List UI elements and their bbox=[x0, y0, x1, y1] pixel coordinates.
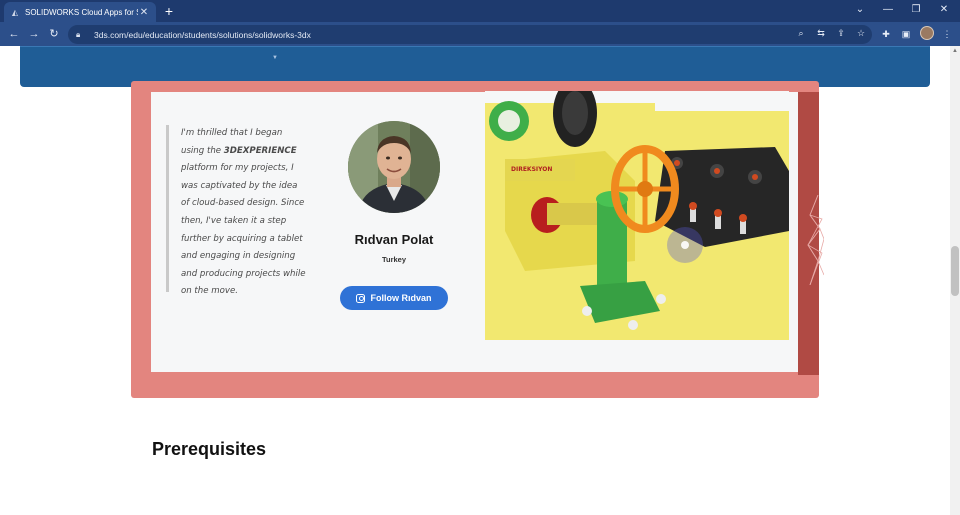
browser-toolbar: ← → ↻ 🔒︎ 3ds.com/edu/education/students/… bbox=[0, 22, 960, 46]
chevron-down-icon: ▼ bbox=[272, 55, 278, 61]
bookmark-star-icon[interactable]: ☆ bbox=[854, 26, 868, 40]
decorative-mesh-graphic bbox=[804, 194, 825, 286]
tab-title: SOLIDWORKS Cloud Apps for St bbox=[25, 7, 138, 17]
forward-icon[interactable]: → bbox=[26, 26, 42, 42]
search-icon[interactable]: ⌕ bbox=[794, 26, 808, 40]
reload-icon[interactable]: ↻ bbox=[46, 26, 62, 42]
back-icon[interactable]: ← bbox=[6, 26, 22, 42]
solidworks-favicon-icon: ◭ bbox=[11, 7, 19, 17]
extensions-icon[interactable]: ✚ bbox=[879, 27, 893, 41]
person-country: Turkey bbox=[381, 255, 407, 264]
restore-icon[interactable]: ❐ bbox=[906, 2, 926, 18]
scroll-up-arrow-icon[interactable]: ▲ bbox=[951, 48, 959, 56]
translate-icon[interactable]: ⇆ bbox=[814, 26, 828, 40]
menu-icon[interactable]: ⋮ bbox=[940, 27, 954, 41]
follow-instagram-button[interactable]: Follow Rıdvan bbox=[340, 286, 448, 310]
tab-search-icon[interactable]: ⌄ bbox=[850, 2, 870, 18]
person-name: Rıdvan Polat bbox=[354, 232, 434, 247]
section-heading: Prerequisites bbox=[152, 439, 267, 459]
browser-tab-strip: ◭ SOLIDWORKS Cloud Apps for St ✕ + ⌄ — ❐… bbox=[0, 0, 960, 22]
close-window-icon[interactable]: ✕ bbox=[934, 2, 954, 18]
browser-tab[interactable]: ◭ SOLIDWORKS Cloud Apps for St ✕ bbox=[4, 2, 156, 22]
address-url[interactable]: 3ds.com/edu/education/students/solutions… bbox=[94, 30, 311, 40]
avatar bbox=[348, 121, 440, 213]
quote-text: I'm thrilled that I began using the 3DEX… bbox=[181, 128, 306, 297]
instagram-icon bbox=[356, 293, 366, 303]
profile-avatar[interactable] bbox=[920, 26, 934, 40]
share-icon[interactable]: ⇪ bbox=[834, 26, 848, 40]
minimize-icon[interactable]: — bbox=[878, 2, 898, 18]
cad-render-image: DIREKSIYON bbox=[485, 91, 789, 340]
address-bar[interactable]: 🔒︎ 3ds.com/edu/education/students/soluti… bbox=[68, 25, 872, 44]
follow-button-label: Follow Rıdvan bbox=[370, 293, 432, 303]
svg-text:DIREKSIYON: DIREKSIYON bbox=[511, 166, 552, 173]
new-tab-button[interactable]: + bbox=[162, 3, 176, 19]
scrollbar-thumb[interactable] bbox=[951, 246, 959, 296]
sidepanel-icon[interactable]: ▣ bbox=[899, 27, 913, 41]
testimonial-quote: I'm thrilled that I began using the 3DEX… bbox=[166, 125, 306, 296]
tab-close-icon[interactable]: ✕ bbox=[138, 7, 150, 18]
lock-icon[interactable]: 🔒︎ bbox=[76, 30, 86, 40]
